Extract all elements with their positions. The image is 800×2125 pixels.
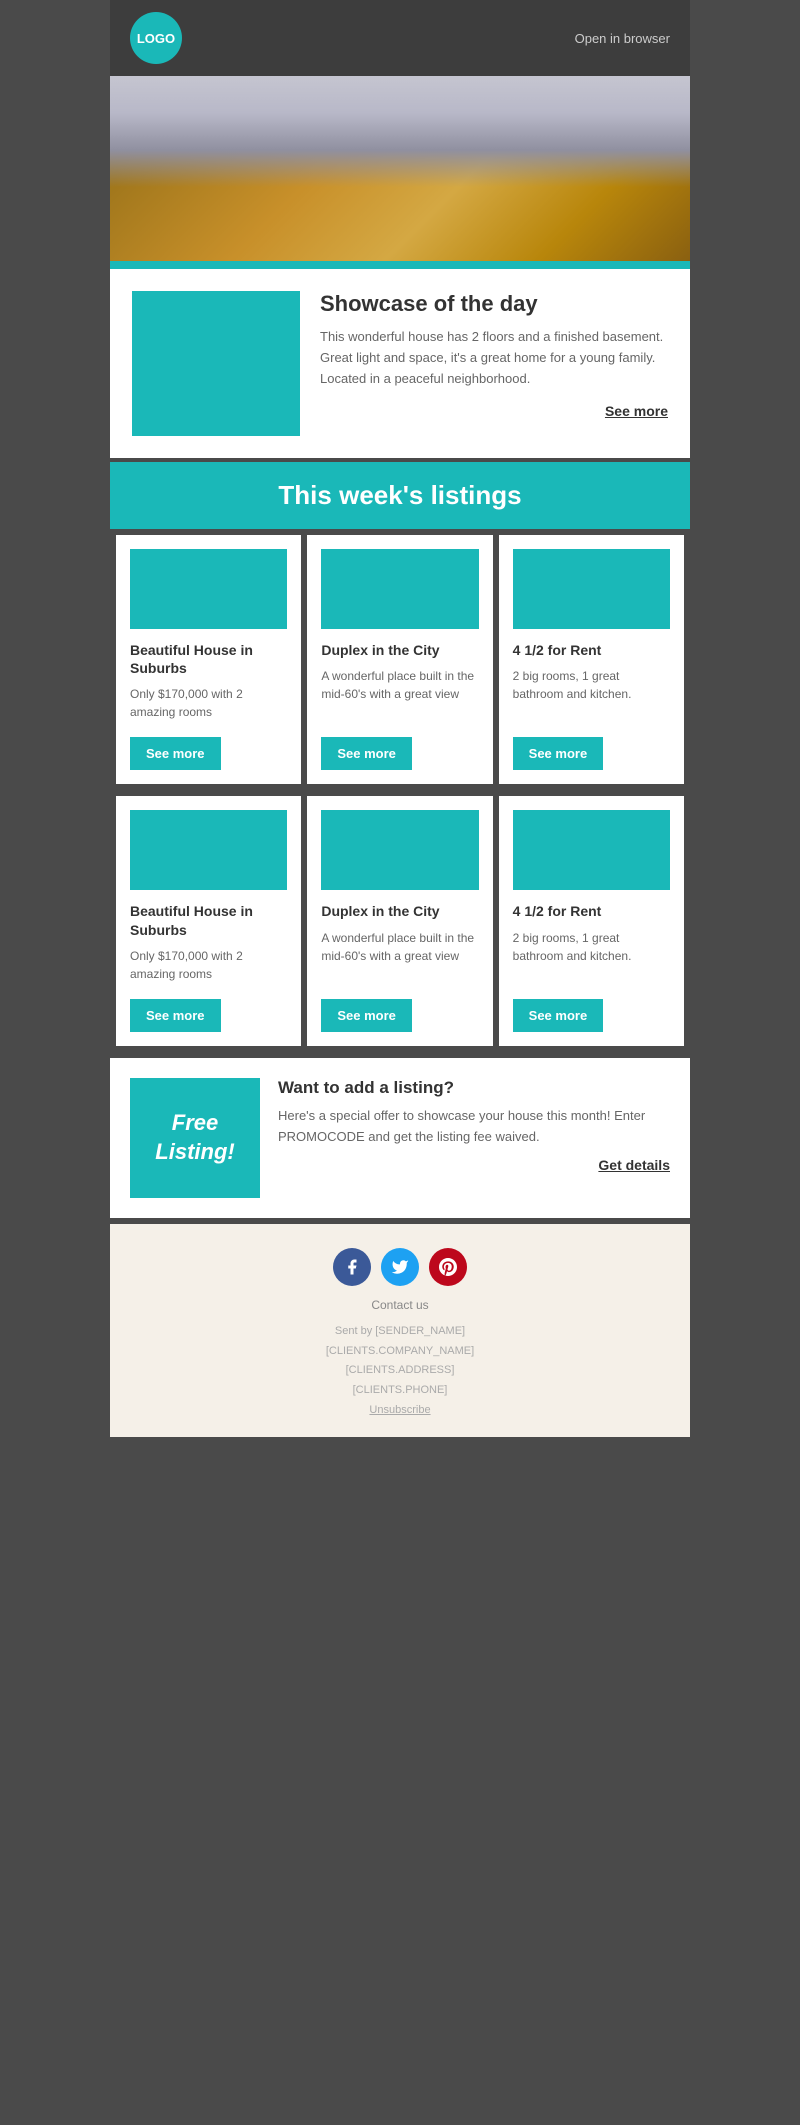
showcase-image xyxy=(132,291,300,436)
open-in-browser-link[interactable]: Open in browser xyxy=(575,31,670,46)
showcase-description: This wonderful house has 2 floors and a … xyxy=(320,327,668,389)
listing-image-2 xyxy=(321,549,478,629)
logo: LOGO xyxy=(130,12,182,64)
footer-sender: Sent by [SENDER_NAME] xyxy=(130,1322,670,1342)
social-icons xyxy=(130,1248,670,1286)
footer-address: [CLIENTS.ADDRESS] xyxy=(130,1361,670,1381)
listing-desc-3: 2 big rooms, 1 great bathroom and kitche… xyxy=(513,667,670,721)
showcase-see-more[interactable]: See more xyxy=(320,403,668,419)
email-header: LOGO Open in browser xyxy=(110,0,690,76)
listing-image-4 xyxy=(130,810,287,890)
free-listing-section: Free Listing! Want to add a listing? Her… xyxy=(110,1058,690,1218)
listing-title-4: Beautiful House in Suburbs xyxy=(130,902,287,938)
listing-image-1 xyxy=(130,549,287,629)
listings-grid-row1: Beautiful House in Suburbs Only $170,000… xyxy=(110,529,690,790)
listing-card-6: 4 1/2 for Rent 2 big rooms, 1 great bath… xyxy=(499,796,684,1045)
footer-company: [CLIENTS.COMPANY_NAME] xyxy=(130,1342,670,1362)
showcase-section: Showcase of the day This wonderful house… xyxy=(110,269,690,458)
listing-card-1: Beautiful House in Suburbs Only $170,000… xyxy=(116,535,301,784)
free-listing-title: Want to add a listing? xyxy=(278,1078,670,1098)
listing-title-3: 4 1/2 for Rent xyxy=(513,641,670,659)
free-listing-content: Want to add a listing? Here's a special … xyxy=(278,1078,670,1174)
listings-grid-row2: Beautiful House in Suburbs Only $170,000… xyxy=(110,790,690,1051)
listing-image-6 xyxy=(513,810,670,890)
listing-see-more-4[interactable]: See more xyxy=(130,999,221,1032)
free-listing-description: Here's a special offer to showcase your … xyxy=(278,1106,670,1148)
hero-image xyxy=(110,76,690,261)
listing-image-3 xyxy=(513,549,670,629)
listing-card-3: 4 1/2 for Rent 2 big rooms, 1 great bath… xyxy=(499,535,684,784)
listing-desc-6: 2 big rooms, 1 great bathroom and kitche… xyxy=(513,929,670,983)
showcase-content: Showcase of the day This wonderful house… xyxy=(320,291,668,419)
listings-header: This week's listings xyxy=(110,462,690,529)
listing-card-5: Duplex in the City A wonderful place bui… xyxy=(307,796,492,1045)
teal-divider xyxy=(110,261,690,269)
free-listing-box: Free Listing! xyxy=(130,1078,260,1198)
listing-desc-5: A wonderful place built in the mid-60's … xyxy=(321,929,478,983)
listing-see-more-6[interactable]: See more xyxy=(513,999,604,1032)
listing-card-4: Beautiful House in Suburbs Only $170,000… xyxy=(116,796,301,1045)
get-details-link[interactable]: Get details xyxy=(278,1157,670,1173)
listing-title-2: Duplex in the City xyxy=(321,641,478,659)
footer-contact[interactable]: Contact us xyxy=(130,1298,670,1312)
facebook-icon[interactable] xyxy=(333,1248,371,1286)
listings-title: This week's listings xyxy=(278,480,521,510)
footer-unsubscribe[interactable]: Unsubscribe xyxy=(130,1401,670,1421)
listing-see-more-3[interactable]: See more xyxy=(513,737,604,770)
email-footer: Contact us Sent by [SENDER_NAME] [CLIENT… xyxy=(110,1224,690,1437)
listing-card-2: Duplex in the City A wonderful place bui… xyxy=(307,535,492,784)
showcase-title: Showcase of the day xyxy=(320,291,668,317)
listing-title-1: Beautiful House in Suburbs xyxy=(130,641,287,677)
free-listing-box-text: Free Listing! xyxy=(130,1109,260,1166)
listing-see-more-2[interactable]: See more xyxy=(321,737,412,770)
listing-desc-4: Only $170,000 with 2 amazing rooms xyxy=(130,947,287,983)
listing-see-more-1[interactable]: See more xyxy=(130,737,221,770)
footer-phone: [CLIENTS.PHONE] xyxy=(130,1381,670,1401)
listing-see-more-5[interactable]: See more xyxy=(321,999,412,1032)
footer-info: Sent by [SENDER_NAME] [CLIENTS.COMPANY_N… xyxy=(130,1322,670,1421)
listing-image-5 xyxy=(321,810,478,890)
listing-title-5: Duplex in the City xyxy=(321,902,478,920)
listing-desc-2: A wonderful place built in the mid-60's … xyxy=(321,667,478,721)
listing-desc-1: Only $170,000 with 2 amazing rooms xyxy=(130,685,287,721)
listing-title-6: 4 1/2 for Rent xyxy=(513,902,670,920)
twitter-icon[interactable] xyxy=(381,1248,419,1286)
pinterest-icon[interactable] xyxy=(429,1248,467,1286)
